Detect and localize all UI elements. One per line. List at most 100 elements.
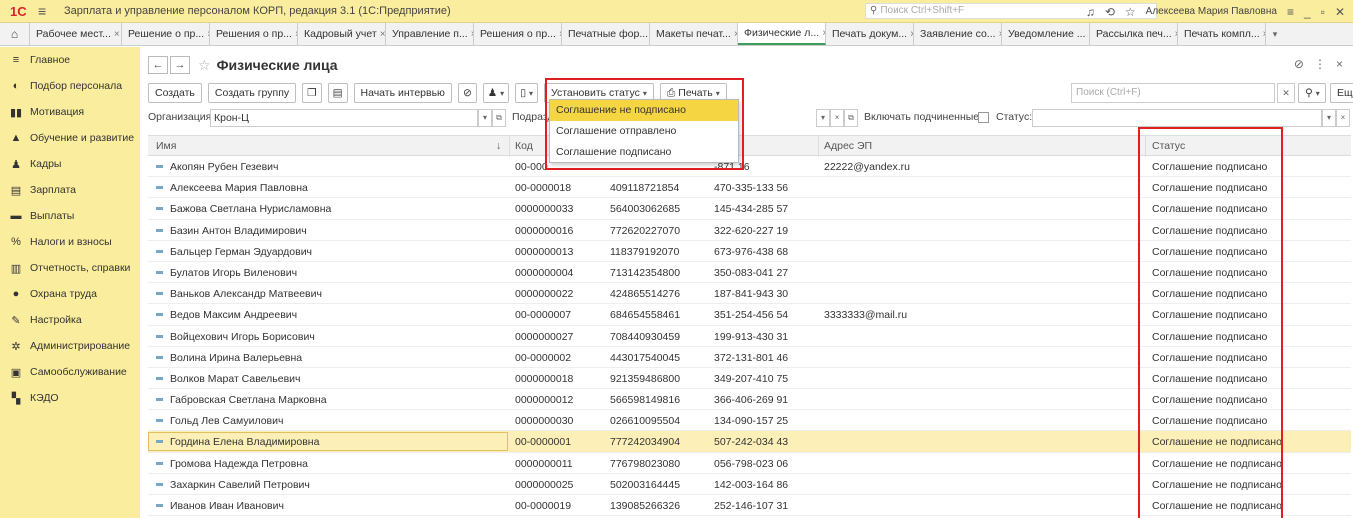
table-row[interactable]: Гольд Лев Самуилович 0000000030 0266100955…	[148, 410, 1351, 432]
table-row[interactable]: Волина Ирина Валерьевна 00-0000002 4430175…	[148, 347, 1351, 368]
table-row[interactable]: Волков Марат Савельевич 0000000018 9213594…	[148, 368, 1351, 390]
tab-11[interactable]: Уведомление ...×	[1002, 23, 1090, 45]
more-button[interactable]: Еще▾	[1330, 83, 1353, 103]
current-user[interactable]: Алексеева Мария Павловна	[1146, 6, 1277, 17]
organization-dropdown-icon[interactable]: ▾	[478, 109, 492, 127]
forward-button[interactable]: →	[170, 56, 190, 74]
settings-menu-icon[interactable]: ≡	[1287, 5, 1294, 19]
tab-12[interactable]: Рассылка печ...×	[1090, 23, 1178, 45]
start-interview-button[interactable]: Начать интервью	[353, 83, 452, 103]
sidebar-item-4[interactable]: ♟ Кадры	[0, 151, 140, 177]
column-header-code[interactable]: Код	[515, 140, 533, 152]
table-row[interactable]: Базин Антон Владимирович 0000000016 772620…	[148, 220, 1351, 241]
table-row[interactable]: Алексеева Мария Павловна 00-0000018 409118…	[148, 177, 1351, 199]
history-icon[interactable]: ⟲	[1105, 5, 1115, 19]
status-menu-item-1[interactable]: Соглашение отправлено	[550, 121, 738, 142]
sidebar-item-5[interactable]: ▤ Зарплата	[0, 177, 140, 203]
status-filter-field[interactable]	[1032, 109, 1322, 127]
home-icon[interactable]: ⌂	[0, 23, 30, 45]
table-row[interactable]: Захаркин Савелий Петрович 0000000025 50200…	[148, 474, 1351, 495]
sidebar-item-6[interactable]: ▬ Выплаты	[0, 203, 140, 229]
sidebar-item-label: Зарплата	[30, 184, 76, 196]
sidebar-item-7[interactable]: % Налоги и взносы	[0, 229, 140, 255]
tab-6[interactable]: Печатные фор...×	[562, 23, 650, 45]
department-clear-icon[interactable]: ×	[830, 109, 844, 127]
organization-field[interactable]: Крон-Ц	[210, 109, 478, 127]
tab-8[interactable]: Физические л...×	[738, 23, 826, 45]
tab-2[interactable]: Решения о пр...×	[210, 23, 298, 45]
sidebar-item-1[interactable]: ◐ Подбор персонала	[0, 73, 140, 99]
tabs-more-icon[interactable]: ▾	[1266, 23, 1284, 45]
include-subordinate-checkbox[interactable]	[978, 112, 989, 123]
table-row[interactable]: Акопян Рубен Гезевич 00-000 -871 16 22222@y…	[148, 156, 1351, 178]
table-row[interactable]: Иванов Иван Иванович 00-0000019 1390852663…	[148, 495, 1351, 517]
status-clear-icon[interactable]: ×	[1336, 109, 1350, 127]
status-menu-item-0[interactable]: Соглашение не подписано	[550, 100, 738, 121]
table-row[interactable]: Громова Надежда Петровна 0000000011 776798…	[148, 453, 1351, 474]
close-icon[interactable]: ✕	[1335, 5, 1345, 19]
column-header-email[interactable]: Адрес ЭП	[824, 140, 872, 152]
table-row[interactable]: Войцехович Игорь Борисович 0000000027 7084…	[148, 326, 1351, 347]
table-row[interactable]: Габровская Светлана Марковна 0000000012 56…	[148, 389, 1351, 411]
status-menu-item-2[interactable]: Соглашение подписано	[550, 142, 738, 163]
close-tab-icon[interactable]: ×	[380, 29, 385, 40]
tab-9[interactable]: Печать докум...×	[826, 23, 914, 45]
back-button[interactable]: ←	[148, 56, 168, 74]
tab-1[interactable]: Решение о пр...×	[122, 23, 210, 45]
bell-icon[interactable]: ♫	[1086, 5, 1095, 19]
sort-desc-icon[interactable]: ↓	[496, 140, 501, 152]
department-open-icon[interactable]: ⧉	[844, 109, 858, 127]
sidebar-item-12[interactable]: ▣ Самообслуживание	[0, 359, 140, 385]
sidebar-item-0[interactable]: ≡ Главное	[0, 47, 140, 73]
persons-table: Имя ↓ Код Адрес ЭП Статус Акопян Рубен Г…	[148, 135, 1351, 518]
search-button[interactable]: ⚲ ▾	[1298, 83, 1326, 103]
column-header-name[interactable]: Имя	[156, 140, 176, 152]
list-icon[interactable]: ▤	[327, 83, 348, 103]
create-button[interactable]: Создать	[148, 83, 202, 103]
sidebar-item-11[interactable]: ✲ Администрирование	[0, 333, 140, 359]
tab-10[interactable]: Заявление со...×	[914, 23, 1002, 45]
favorite-star-icon[interactable]: ☆	[198, 57, 211, 74]
favorites-star-icon[interactable]: ☆	[1125, 5, 1136, 19]
close-tab-icon[interactable]: ×	[114, 29, 120, 40]
table-row[interactable]: Гордина Елена Владимировна 00-0000001 7772…	[148, 431, 1351, 453]
tab-5[interactable]: Решения о пр...×	[474, 23, 562, 45]
sidebar-item-2[interactable]: ▮▮ Мотивация	[0, 99, 140, 125]
table-row[interactable]: Бажова Светлана Нурисламовна 0000000033 56…	[148, 198, 1351, 220]
cell-status: Соглашение подписано	[1152, 224, 1268, 237]
item-icon	[156, 461, 163, 465]
table-row[interactable]: Ведов Максим Андреевич 00-0000007 68465455…	[148, 304, 1351, 326]
link-icon[interactable]: ⊘	[1294, 57, 1304, 71]
sidebar-item-13[interactable]: ▚ КЭДО	[0, 385, 140, 411]
users-action-icon[interactable]: ♟ ▾	[482, 83, 510, 103]
table-row[interactable]: Ваньков Александр Матвеевич 0000000022 424…	[148, 283, 1351, 305]
tab-13[interactable]: Печать компл...×	[1178, 23, 1266, 45]
table-row[interactable]: Бальцер Герман Эдуардович 0000000013 11837…	[148, 241, 1351, 262]
sidebar-item-10[interactable]: ✎ Настройка	[0, 307, 140, 333]
sidebar-item-9[interactable]: ● Охрана труда	[0, 281, 140, 307]
department-dropdown-icon[interactable]: ▾	[816, 109, 830, 127]
close-form-icon[interactable]: ×	[1336, 57, 1343, 71]
copy-icon[interactable]: ❐	[302, 83, 322, 103]
attach-icon[interactable]: ⊘	[457, 83, 477, 103]
restore-icon[interactable]: ▫	[1321, 5, 1325, 19]
column-header-status[interactable]: Статус	[1152, 140, 1185, 152]
main-menu-icon[interactable]: ≡	[38, 3, 52, 19]
organization-open-icon[interactable]: ⧉	[492, 109, 506, 127]
tab-4[interactable]: Управление п...×	[386, 23, 474, 45]
tab-7[interactable]: Макеты печат...×	[650, 23, 738, 45]
more-vertical-icon[interactable]: ⋮	[1314, 57, 1326, 71]
tab-3[interactable]: Кадровый учет ×	[298, 23, 386, 45]
sidebar-item-label: Настройка	[30, 314, 82, 326]
table-row[interactable]: Булатов Игорь Виленович 0000000004 7131423…	[148, 262, 1351, 284]
sidebar-item-3[interactable]: ▲ Обучение и развитие	[0, 125, 140, 151]
minimize-icon[interactable]: _	[1304, 5, 1311, 19]
status-dropdown-icon[interactable]: ▾	[1322, 109, 1336, 127]
create-group-button[interactable]: Создать группу	[207, 83, 297, 103]
doc-action-icon[interactable]: ▯ ▾	[515, 83, 538, 103]
sidebar-item-8[interactable]: ▥ Отчетность, справки	[0, 255, 140, 281]
list-search-input[interactable]: Поиск (Ctrl+F)	[1071, 83, 1275, 103]
clear-search-icon[interactable]: ✕	[1277, 83, 1295, 103]
tab-0[interactable]: Рабочее мест... ×	[30, 23, 122, 45]
item-icon	[156, 207, 163, 211]
